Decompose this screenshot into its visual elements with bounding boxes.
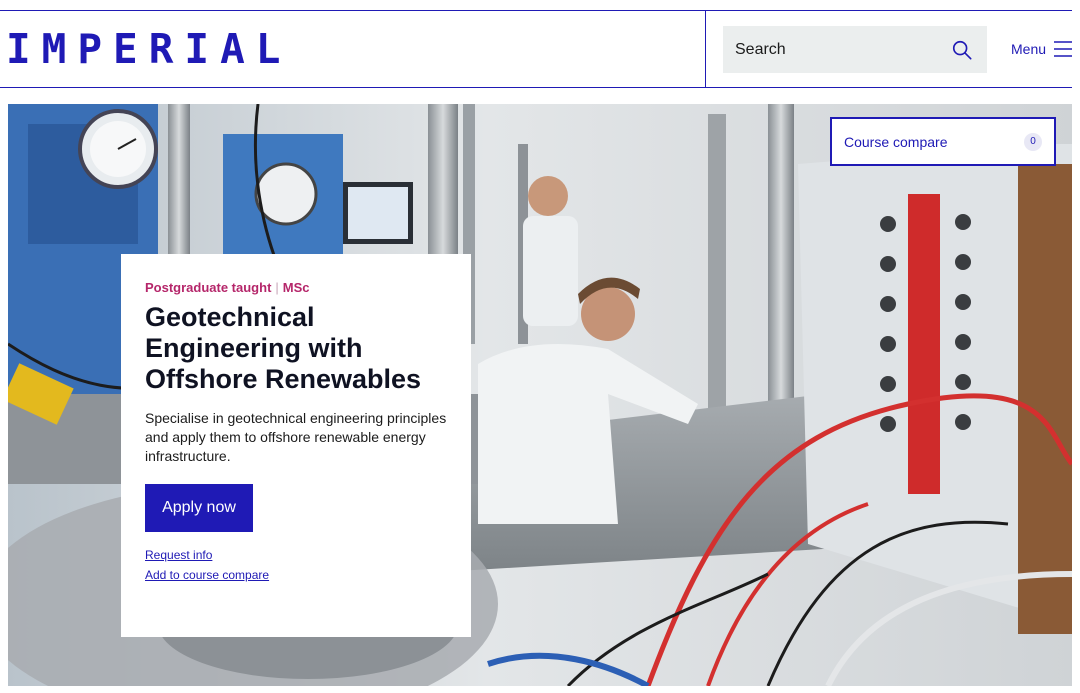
course-type: Postgraduate taught [145, 280, 272, 295]
course-hero-card: Postgraduate taught | MSc Geotechnical Eng… [121, 254, 471, 637]
hamburger-icon [1054, 41, 1073, 57]
menu-button[interactable]: Menu [1011, 37, 1073, 61]
course-description: Specialise in geotechnical engineering p… [145, 410, 447, 464]
header-divider [705, 10, 706, 88]
header-bottom-rule [0, 87, 1072, 88]
apply-now-button[interactable]: Apply now [145, 484, 253, 532]
search-input[interactable]: Search [723, 26, 987, 73]
search-placeholder: Search [735, 40, 786, 58]
imperial-logo[interactable]: IMPERIAL [6, 26, 291, 72]
search-icon[interactable] [951, 39, 973, 61]
request-info-link[interactable]: Request info [145, 546, 447, 564]
site-header: IMPERIAL Search Menu [0, 0, 1080, 104]
eyebrow-separator: | [275, 280, 279, 295]
course-compare-label: Course compare [844, 133, 948, 150]
course-level: MSc [282, 280, 310, 295]
menu-label: Menu [1011, 41, 1047, 57]
course-eyebrow: Postgraduate taught | MSc [145, 280, 447, 296]
course-title: Geotechnical Engineering with Offshore R… [145, 302, 422, 394]
course-compare-count-badge: 0 [1024, 132, 1042, 151]
course-compare-button[interactable]: Course compare 0 [830, 117, 1056, 166]
header-top-rule [0, 10, 1072, 11]
add-to-course-compare-link[interactable]: Add to course compare [145, 566, 447, 584]
